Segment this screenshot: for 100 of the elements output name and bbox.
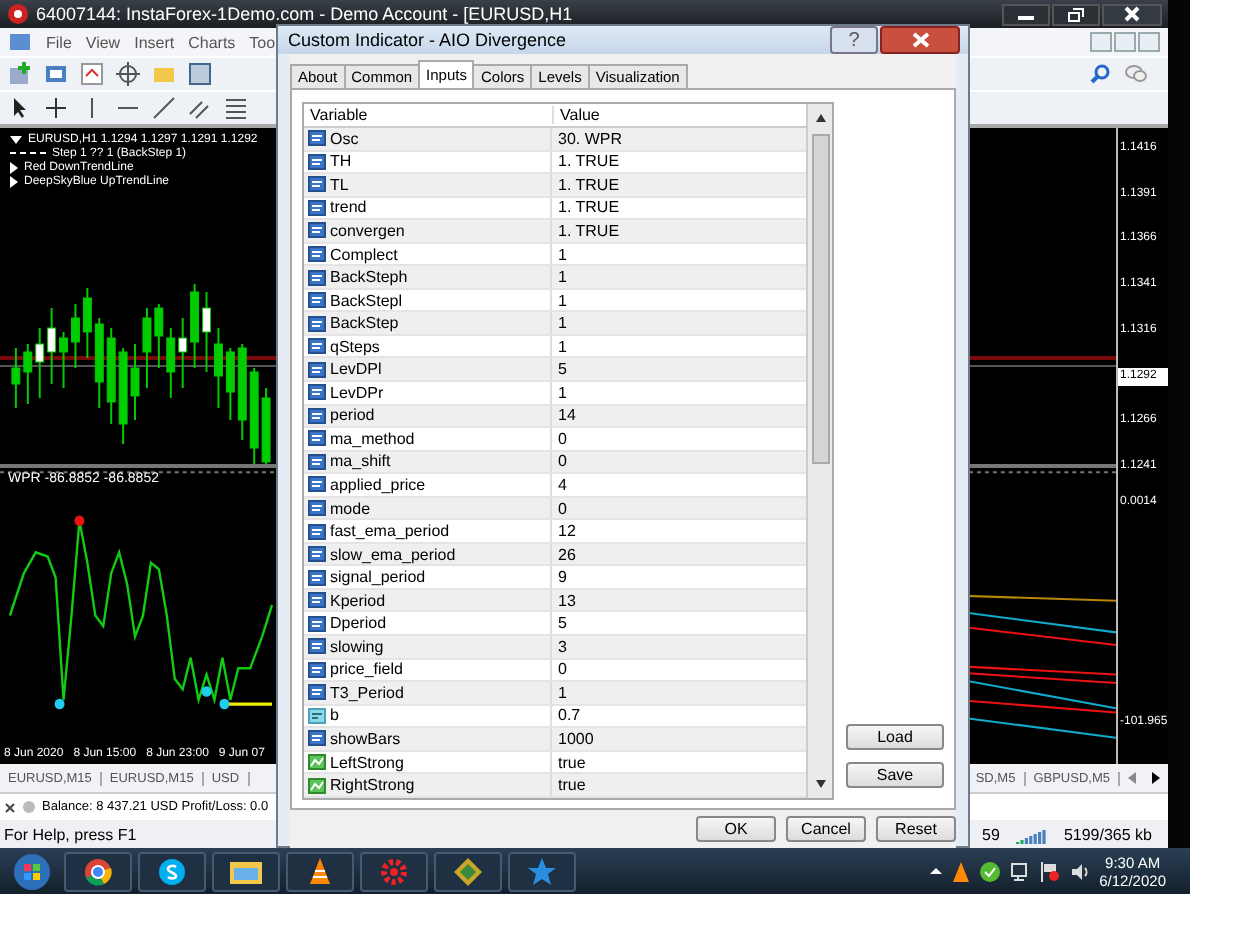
table-cell: slowing bbox=[330, 637, 384, 656]
menu-item[interactable]: Too bbox=[249, 33, 276, 51]
dialog-title: Custom Indicator - AIO Divergence bbox=[288, 30, 567, 50]
dialog-button[interactable]: Cancel bbox=[786, 816, 866, 843]
dialog-button[interactable]: OK bbox=[696, 816, 776, 843]
cursor-icon[interactable] bbox=[8, 96, 32, 120]
number-icon bbox=[308, 476, 326, 493]
number-icon bbox=[308, 615, 326, 632]
restore-icon bbox=[1068, 7, 1084, 21]
crosshair-icon[interactable] bbox=[116, 62, 140, 86]
scroll-up-icon[interactable] bbox=[813, 110, 827, 126]
number-icon bbox=[308, 315, 326, 332]
table-cell-text: 1 bbox=[556, 268, 567, 287]
number-icon bbox=[308, 661, 326, 678]
table-cell: ma_method bbox=[330, 429, 415, 448]
status-text: 59 bbox=[982, 825, 1000, 843]
window-icon[interactable] bbox=[188, 62, 212, 86]
help-button[interactable]: ? bbox=[830, 26, 878, 54]
speaker-icon[interactable] bbox=[1069, 861, 1090, 881]
menu-item[interactable]: View bbox=[85, 33, 121, 51]
table-cell-text: 30. WPR bbox=[556, 129, 623, 148]
number-icon bbox=[308, 569, 326, 586]
messenger-icon[interactable] bbox=[138, 851, 206, 891]
gear-icon[interactable] bbox=[360, 851, 428, 891]
table-cell: price_field bbox=[330, 660, 403, 679]
chart-icon[interactable] bbox=[8, 30, 32, 54]
flag-icon[interactable] bbox=[1039, 861, 1060, 881]
check-icon[interactable] bbox=[979, 861, 1000, 881]
dialog-button[interactable]: Save bbox=[846, 761, 944, 788]
signal-dot bbox=[219, 698, 230, 710]
table-cell-text: 1 bbox=[556, 314, 567, 333]
minimize-button[interactable] bbox=[1002, 3, 1050, 25]
table-cell: showBars bbox=[330, 729, 401, 748]
table-cell: applied_price bbox=[330, 475, 426, 494]
table-cell: BackSteph bbox=[330, 268, 408, 287]
table-cell-text: 0 bbox=[556, 429, 567, 448]
table-cell: RightStrong bbox=[330, 776, 415, 795]
menu-item[interactable]: File bbox=[46, 33, 72, 51]
column-header: Variable bbox=[304, 106, 554, 124]
fibonacci-icon[interactable] bbox=[224, 96, 248, 120]
table-cell: TL bbox=[330, 175, 349, 194]
number-icon bbox=[308, 199, 326, 216]
table-cell-text: 1. TRUE bbox=[556, 175, 620, 194]
status-text: For Help, press F1 bbox=[4, 825, 137, 843]
scroll-down-icon[interactable] bbox=[813, 775, 827, 792]
table-cell-text: 13 bbox=[556, 591, 576, 610]
crosshair-icon[interactable] bbox=[44, 96, 68, 120]
scrollbar[interactable] bbox=[806, 104, 832, 798]
traffic-text: 5199/365 kb bbox=[1063, 825, 1152, 843]
close-button[interactable] bbox=[880, 26, 960, 54]
number-icon bbox=[308, 222, 326, 239]
close-button[interactable] bbox=[1102, 3, 1162, 25]
market-watch-icon[interactable] bbox=[80, 62, 104, 86]
menu-item[interactable]: Insert bbox=[134, 33, 175, 51]
table-cell: trend bbox=[330, 198, 367, 217]
window-title: 64007144: InstaForex-1Demo.com - Demo Account - [EURUSD,H1 bbox=[36, 4, 573, 24]
traffic-cone-icon[interactable] bbox=[951, 861, 970, 881]
table-cell-text: 14 bbox=[556, 406, 576, 425]
table-cell: period bbox=[330, 406, 375, 425]
table-cell-text: 12 bbox=[556, 522, 576, 541]
dialog-button[interactable]: Reset bbox=[876, 816, 956, 843]
scroll-left-icon[interactable] bbox=[1128, 772, 1136, 784]
profiles-icon[interactable] bbox=[44, 62, 68, 86]
decimal-icon bbox=[308, 707, 326, 724]
number-icon bbox=[308, 384, 326, 401]
restore-button[interactable] bbox=[1052, 3, 1100, 25]
table-cell-text: 3 bbox=[556, 637, 567, 656]
table-cell: signal_period bbox=[330, 568, 426, 587]
table-cell-text: 4 bbox=[556, 475, 567, 494]
network-icon[interactable] bbox=[1009, 861, 1030, 881]
scroll-right-icon[interactable] bbox=[1152, 772, 1160, 784]
table-cell: TH bbox=[330, 152, 352, 171]
dialog-button[interactable]: Load bbox=[846, 723, 944, 750]
collapse-triangle-icon[interactable] bbox=[10, 136, 22, 144]
table-cell: BackStepl bbox=[330, 291, 403, 310]
table-cell-text: true bbox=[556, 753, 586, 772]
number-icon bbox=[308, 523, 326, 540]
app-icon bbox=[6, 2, 30, 26]
close-icon[interactable] bbox=[4, 801, 16, 813]
menu-item[interactable]: Charts bbox=[188, 33, 236, 51]
line-chart-icon bbox=[308, 777, 326, 794]
number-icon bbox=[308, 684, 326, 701]
table-cell-text: 9 bbox=[556, 568, 567, 587]
number-icon bbox=[308, 730, 326, 747]
table-cell: LevDPl bbox=[330, 360, 382, 379]
table-cell: b bbox=[330, 706, 339, 725]
traffic-cone-icon[interactable] bbox=[286, 851, 354, 891]
table-cell-text: 26 bbox=[556, 545, 576, 564]
table-cell-text: 0.7 bbox=[556, 706, 581, 725]
new-chart-icon[interactable] bbox=[8, 62, 32, 86]
channel-icon[interactable] bbox=[188, 96, 212, 120]
folder-icon[interactable] bbox=[212, 851, 280, 891]
search-icon[interactable] bbox=[1088, 62, 1112, 86]
line-chart-icon bbox=[308, 754, 326, 771]
browser-icon[interactable] bbox=[64, 851, 132, 891]
trend-line-icon[interactable] bbox=[152, 96, 176, 120]
table-cell-text: true bbox=[556, 776, 586, 795]
close-icon bbox=[911, 32, 929, 48]
number-icon bbox=[308, 361, 326, 378]
show-hidden-icons-icon[interactable] bbox=[929, 866, 942, 876]
